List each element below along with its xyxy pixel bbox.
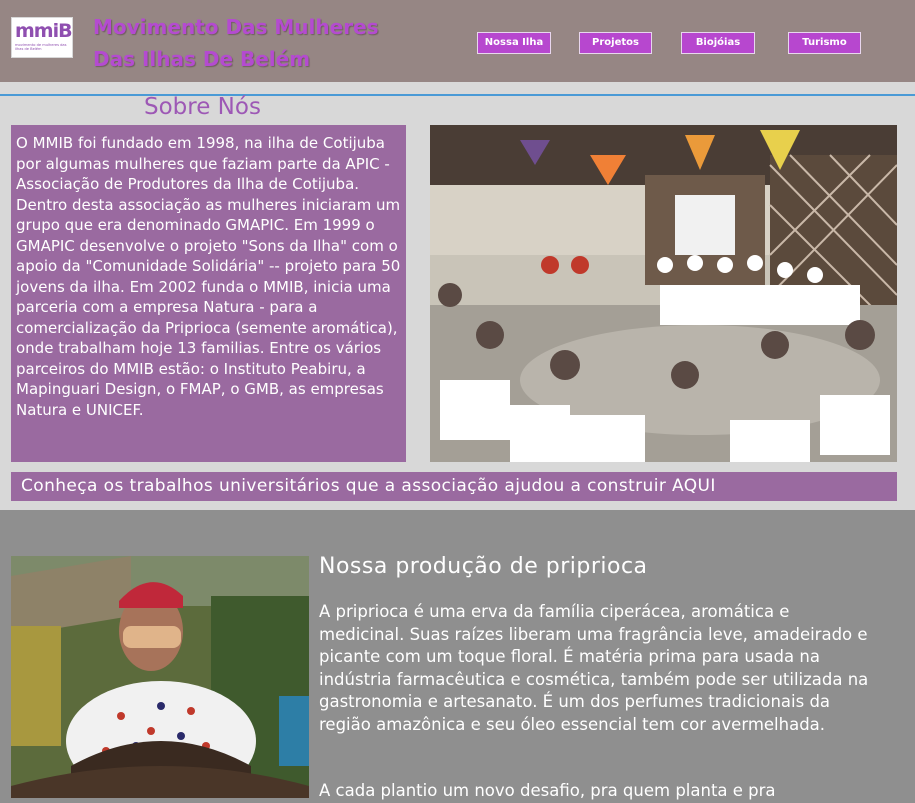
about-text: O MMIB foi fundado em 1998, na ilha de C… (16, 134, 401, 419)
about-title: Sobre Nós (144, 94, 261, 120)
meeting-photo-illustration (430, 125, 897, 462)
production-text-continued: A cada plantio um novo desafio, pra quem… (319, 781, 776, 800)
production-title: Nossa produção de priprioca (319, 554, 648, 579)
nav-biojoias[interactable]: Biojóias (681, 32, 755, 54)
production-text: A priprioca é uma erva da família ciperá… (319, 602, 869, 734)
site-title-line1: Movimento Das Mulheres (93, 15, 379, 39)
site-title: Movimento Das Mulheres Das Ilhas De Belé… (93, 11, 393, 75)
nav-turismo[interactable]: Turismo (788, 32, 861, 54)
logo-wordmark: mmiB (15, 20, 73, 42)
site-title-line2: Das Ilhas De Belém (93, 47, 311, 71)
harvest-photo-illustration (11, 556, 309, 798)
site-logo[interactable]: mmiB movimento de mulheres das ilhas de … (11, 17, 73, 58)
nav-projetos[interactable]: Projetos (579, 32, 652, 54)
priprioca-harvest-photo (11, 556, 309, 798)
meeting-circle-photo (430, 125, 897, 462)
nav-nossa-ilha[interactable]: Nossa Ilha (477, 32, 551, 54)
university-works-link[interactable]: Conheça os trabalhos universitários que … (21, 474, 716, 498)
logo-tagline: movimento de mulheres das ilhas de Belém (15, 43, 67, 51)
